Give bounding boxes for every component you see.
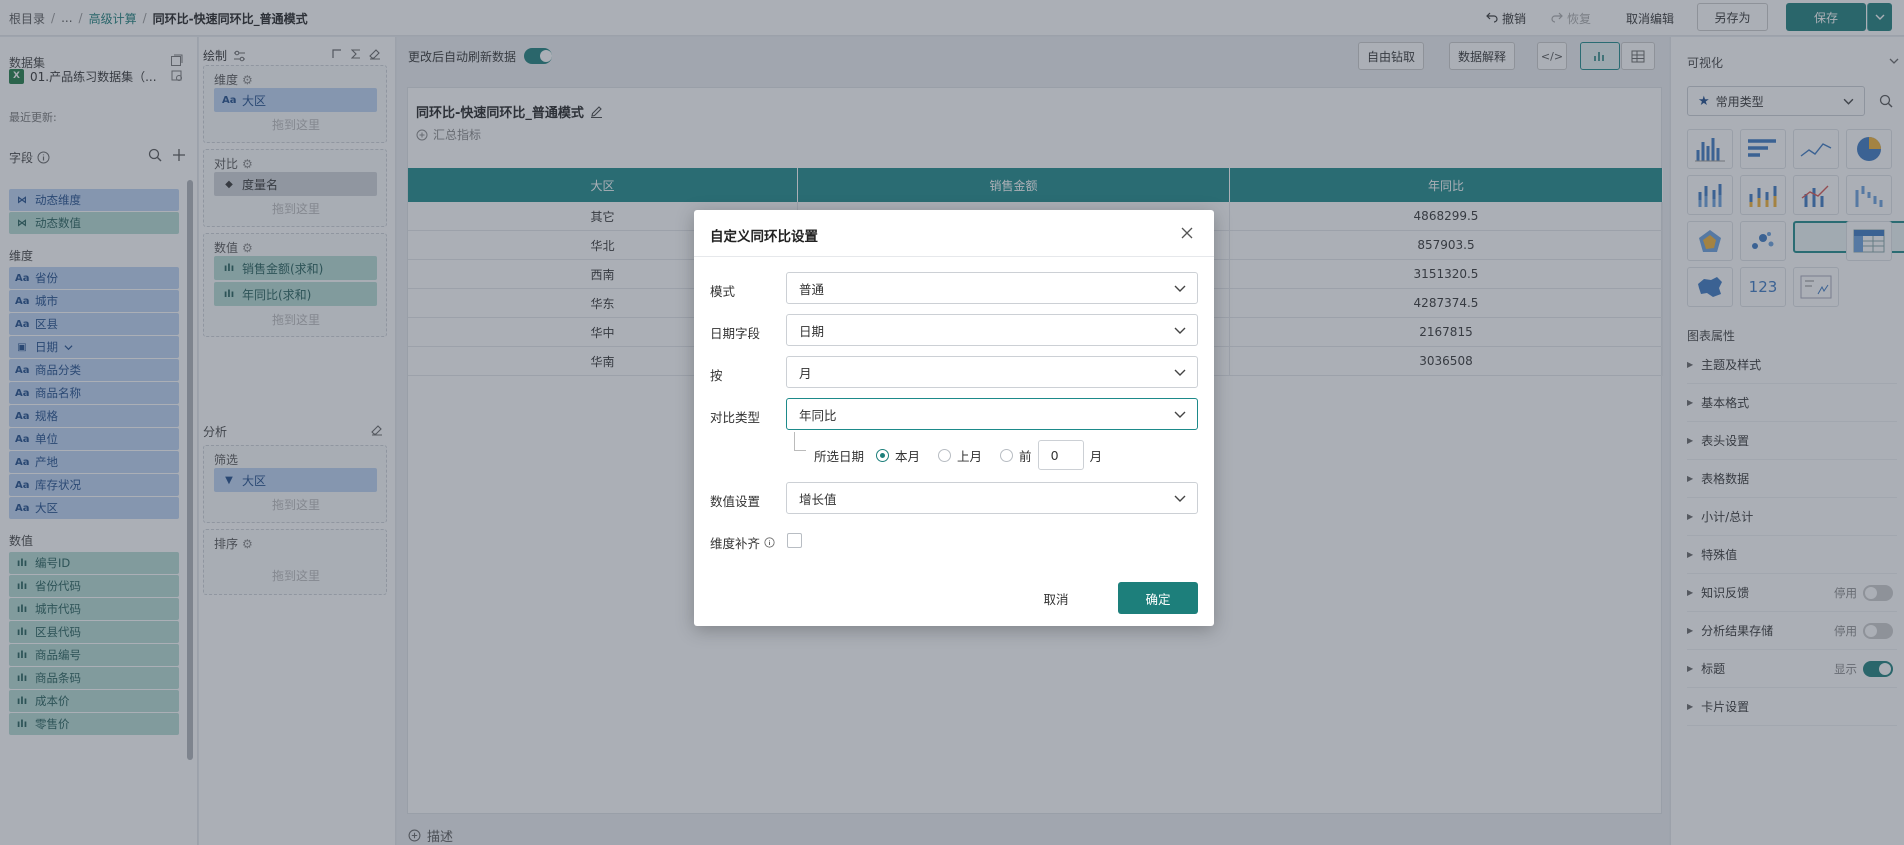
granularity-label: 按 [710, 368, 723, 383]
dimension-fill-checkbox[interactable] [787, 533, 802, 548]
value-setting-select[interactable]: 增长值 [786, 482, 1198, 514]
dimension-fill-label: 维度补齐 [710, 536, 761, 551]
chevron-down-icon [1174, 285, 1186, 292]
dialog-title: 自定义同环比设置 [710, 229, 818, 245]
compare-type-label: 对比类型 [710, 410, 761, 425]
info-icon[interactable] [764, 537, 775, 548]
mode-label: 模式 [710, 284, 736, 299]
radio-label: 前 [1019, 448, 1032, 464]
chevron-down-icon [1174, 369, 1186, 376]
chevron-down-icon [1174, 495, 1186, 502]
selected-date-options: 所选日期 本月 上月 前 0 月 [814, 440, 1102, 470]
unit-label: 月 [1089, 448, 1103, 464]
yoy-settings-dialog: 自定义同环比设置 模式 普通 日期字段 日期 按 月 对比类型 年同比 所选日期… [694, 210, 1214, 626]
chevron-down-icon [1174, 327, 1186, 334]
close-icon[interactable] [1181, 227, 1193, 239]
radio-this-month[interactable] [876, 448, 890, 462]
tree-connector [794, 432, 806, 451]
app-root: 根目录 / ... / 高级计算 / 同环比-快速同环比_普通模式 撤销 恢复 … [0, 0, 1904, 845]
selected-date-label: 所选日期 [814, 448, 865, 464]
cancel-button[interactable]: 取消 [1028, 582, 1084, 614]
radio-last-month[interactable] [938, 448, 952, 462]
radio-label: 本月 [895, 448, 921, 464]
compare-type-value: 年同比 [799, 407, 837, 423]
dimension-fill-row: 维度补齐 [710, 533, 775, 552]
mode-value: 普通 [799, 281, 825, 297]
date-field-label: 日期字段 [710, 326, 761, 341]
value-setting-label: 数值设置 [710, 494, 761, 509]
dialog-header: 自定义同环比设置 [694, 210, 1214, 257]
radio-previous-n[interactable] [1000, 448, 1014, 462]
granularity-value: 月 [799, 365, 812, 381]
date-field-value: 日期 [799, 323, 825, 339]
mode-select[interactable]: 普通 [786, 272, 1198, 304]
compare-type-select[interactable]: 年同比 [786, 398, 1198, 430]
previous-n-input[interactable]: 0 [1037, 440, 1084, 470]
value-setting-value: 增长值 [799, 491, 837, 507]
confirm-button[interactable]: 确定 [1118, 582, 1198, 614]
granularity-select[interactable]: 月 [786, 356, 1198, 388]
date-field-select[interactable]: 日期 [786, 314, 1198, 346]
chevron-down-icon [1174, 411, 1186, 418]
radio-label: 上月 [957, 448, 983, 464]
